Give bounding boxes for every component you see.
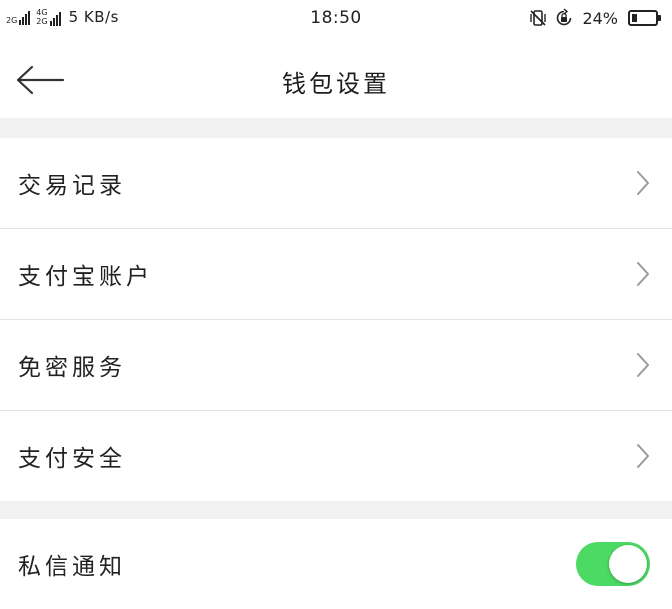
menu-item-label: 免密服务 xyxy=(18,355,126,381)
chevron-right-icon xyxy=(634,168,652,198)
chevron-right-icon xyxy=(634,441,652,471)
menu-item-transaction-records[interactable]: 交易记录 xyxy=(0,138,672,228)
menu-item-label: 交易记录 xyxy=(18,173,126,199)
page-title: 钱包设置 xyxy=(282,70,390,98)
vibrate-off-icon xyxy=(528,8,548,28)
menu-item-label: 支付宝账户 xyxy=(18,264,153,290)
signal-bars-icon xyxy=(19,9,31,25)
status-right: 24% xyxy=(528,8,661,28)
back-button[interactable] xyxy=(14,60,66,100)
signal-2-label-bottom: 2G xyxy=(36,16,48,26)
signal-2-label-top: 4G xyxy=(36,7,48,17)
menu-item-label: 支付安全 xyxy=(18,446,126,472)
status-bar: 2G 4G 2G 5 KB/s 18:50 24% xyxy=(0,0,672,40)
menu-item-payment-security[interactable]: 支付安全 xyxy=(0,411,672,501)
network-speed: 5 KB/s xyxy=(68,8,119,26)
status-left: 2G 4G 2G 5 KB/s xyxy=(6,8,119,26)
menu-item-alipay-account[interactable]: 支付宝账户 xyxy=(0,229,672,319)
battery-level xyxy=(632,14,637,22)
signal-bars-icon xyxy=(49,10,61,26)
rotation-lock-icon xyxy=(554,8,574,28)
signal-1: 2G xyxy=(6,9,31,25)
menu-item-password-free-service[interactable]: 免密服务 xyxy=(0,320,672,410)
battery-percent: 24% xyxy=(582,8,618,28)
menu-item-label: 私信通知 xyxy=(18,554,126,580)
section-gap xyxy=(0,118,672,138)
toggle-knob xyxy=(609,545,647,583)
menu-item-message-notification: 私信通知 xyxy=(0,519,672,609)
header: 钱包设置 xyxy=(0,40,672,118)
chevron-right-icon xyxy=(634,350,652,380)
chevron-right-icon xyxy=(634,259,652,289)
message-notification-toggle[interactable] xyxy=(576,542,650,586)
back-arrow-icon xyxy=(16,65,65,95)
signal-2-label: 4G 2G xyxy=(36,7,48,26)
signal-1-label: 2G xyxy=(6,16,18,25)
section-gap xyxy=(0,501,672,519)
signal-2: 4G 2G xyxy=(36,7,61,26)
battery-icon xyxy=(628,10,661,26)
